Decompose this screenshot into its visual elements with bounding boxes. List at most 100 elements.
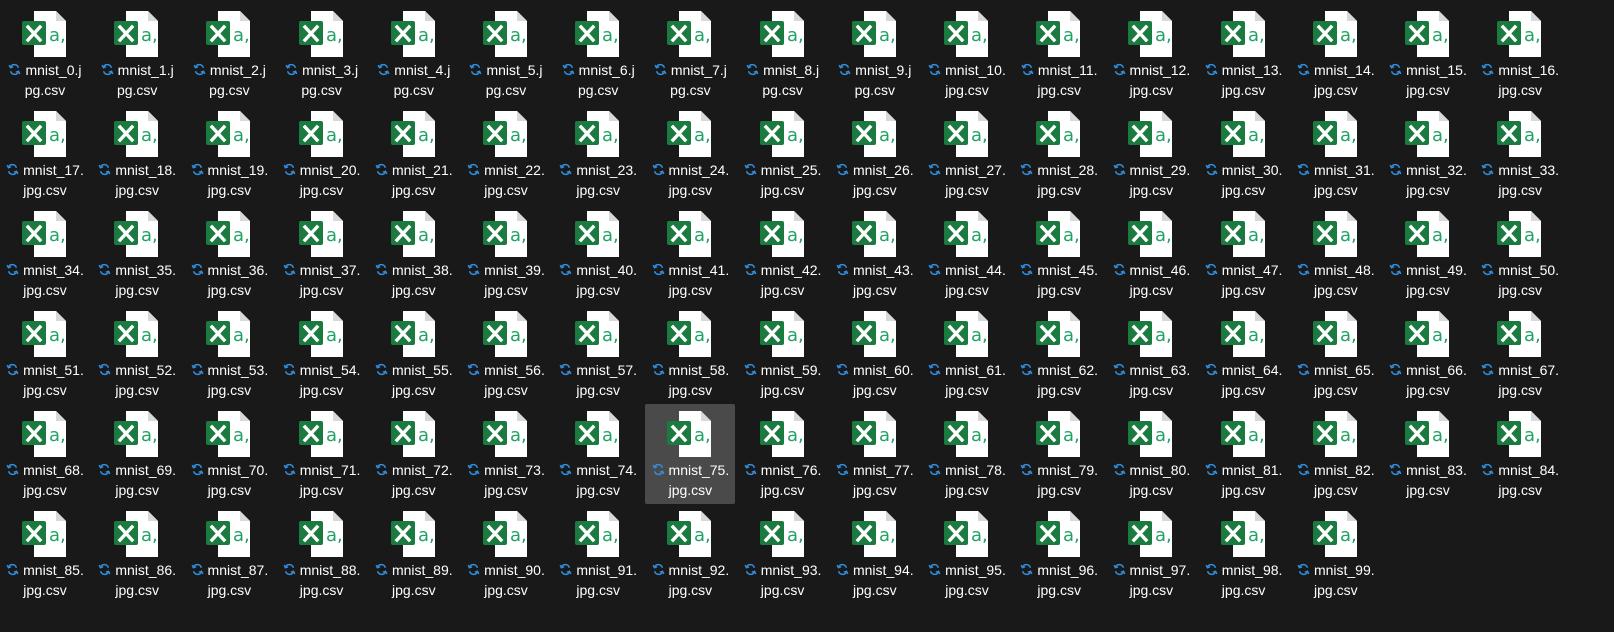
file-item[interactable]: a, mnist_39. jpg.csv xyxy=(461,204,551,304)
file-item[interactable]: a, mnist_37. jpg.csv xyxy=(277,204,367,304)
file-item[interactable]: a, mnist_38. jpg.csv xyxy=(369,204,459,304)
file-item[interactable]: a, mnist_32. jpg.csv xyxy=(1383,104,1473,204)
file-item[interactable]: a, mnist_84. jpg.csv xyxy=(1475,404,1565,504)
file-item[interactable]: a, mnist_36. jpg.csv xyxy=(184,204,274,304)
file-item[interactable]: a, mnist_83. jpg.csv xyxy=(1383,404,1473,504)
file-item[interactable]: a, mnist_41. jpg.csv xyxy=(645,204,735,304)
file-item[interactable]: a, mnist_3.j pg.csv xyxy=(277,4,367,104)
file-item[interactable]: a, mnist_1.j pg.csv xyxy=(92,4,182,104)
file-item[interactable]: a, mnist_23. jpg.csv xyxy=(553,104,643,204)
file-item[interactable]: a, mnist_60. jpg.csv xyxy=(830,304,920,404)
file-item[interactable]: a, mnist_61. jpg.csv xyxy=(922,304,1012,404)
file-item[interactable]: a, mnist_74. jpg.csv xyxy=(553,404,643,504)
file-item[interactable]: a, mnist_55. jpg.csv xyxy=(369,304,459,404)
file-item[interactable]: a, mnist_86. jpg.csv xyxy=(92,504,182,604)
file-item[interactable]: a, mnist_9.j pg.csv xyxy=(830,4,920,104)
file-item[interactable]: a, mnist_53. jpg.csv xyxy=(184,304,274,404)
file-item[interactable]: a, mnist_14. jpg.csv xyxy=(1291,4,1381,104)
file-item[interactable]: a, mnist_48. jpg.csv xyxy=(1291,204,1381,304)
file-item[interactable]: a, mnist_33. jpg.csv xyxy=(1475,104,1565,204)
file-item[interactable]: a, mnist_87. jpg.csv xyxy=(184,504,274,604)
file-item[interactable]: a, mnist_17. jpg.csv xyxy=(0,104,90,204)
file-item[interactable]: a, mnist_68. jpg.csv xyxy=(0,404,90,504)
file-item[interactable]: a, mnist_63. jpg.csv xyxy=(1106,304,1196,404)
file-item[interactable]: a, mnist_59. jpg.csv xyxy=(738,304,828,404)
file-item[interactable]: a, mnist_93. jpg.csv xyxy=(738,504,828,604)
file-item[interactable]: a, mnist_47. jpg.csv xyxy=(1199,204,1289,304)
file-item[interactable]: a, mnist_28. jpg.csv xyxy=(1014,104,1104,204)
file-item[interactable]: a, mnist_92. jpg.csv xyxy=(645,504,735,604)
file-item[interactable]: a, mnist_50. jpg.csv xyxy=(1475,204,1565,304)
file-item[interactable]: a, mnist_13. jpg.csv xyxy=(1199,4,1289,104)
file-item[interactable]: a, mnist_15. jpg.csv xyxy=(1383,4,1473,104)
file-item[interactable]: a, mnist_80. jpg.csv xyxy=(1106,404,1196,504)
file-item[interactable]: a, mnist_30. jpg.csv xyxy=(1199,104,1289,204)
file-item[interactable]: a, mnist_97. jpg.csv xyxy=(1106,504,1196,604)
file-item[interactable]: a, mnist_8.j pg.csv xyxy=(738,4,828,104)
file-item[interactable]: a, mnist_57. jpg.csv xyxy=(553,304,643,404)
file-item[interactable]: a, mnist_19. jpg.csv xyxy=(184,104,274,204)
file-item[interactable]: a, mnist_56. jpg.csv xyxy=(461,304,551,404)
file-item[interactable]: a, mnist_76. jpg.csv xyxy=(738,404,828,504)
file-item[interactable]: a, mnist_45. jpg.csv xyxy=(1014,204,1104,304)
file-item[interactable]: a, mnist_70. jpg.csv xyxy=(184,404,274,504)
file-item[interactable]: a, mnist_34. jpg.csv xyxy=(0,204,90,304)
file-item[interactable]: a, mnist_27. jpg.csv xyxy=(922,104,1012,204)
file-item[interactable]: a, mnist_5.j pg.csv xyxy=(461,4,551,104)
file-item[interactable]: a, mnist_73. jpg.csv xyxy=(461,404,551,504)
file-item[interactable]: a, mnist_26. jpg.csv xyxy=(830,104,920,204)
file-item[interactable]: a, mnist_20. jpg.csv xyxy=(277,104,367,204)
file-item[interactable]: a, mnist_51. jpg.csv xyxy=(0,304,90,404)
file-item[interactable]: a, mnist_4.j pg.csv xyxy=(369,4,459,104)
file-item[interactable]: a, mnist_81. jpg.csv xyxy=(1199,404,1289,504)
file-item[interactable]: a, mnist_94. jpg.csv xyxy=(830,504,920,604)
file-item[interactable]: a, mnist_7.j pg.csv xyxy=(645,4,735,104)
file-item[interactable]: a, mnist_12. jpg.csv xyxy=(1106,4,1196,104)
file-item[interactable]: a, mnist_11. jpg.csv xyxy=(1014,4,1104,104)
file-item[interactable]: a, mnist_64. jpg.csv xyxy=(1199,304,1289,404)
file-item[interactable]: a, mnist_85. jpg.csv xyxy=(0,504,90,604)
file-item[interactable]: a, mnist_46. jpg.csv xyxy=(1106,204,1196,304)
file-item[interactable]: a, mnist_25. jpg.csv xyxy=(738,104,828,204)
file-item[interactable]: a, mnist_52. jpg.csv xyxy=(92,304,182,404)
file-item[interactable]: a, mnist_43. jpg.csv xyxy=(830,204,920,304)
file-item[interactable]: a, mnist_6.j pg.csv xyxy=(553,4,643,104)
file-item[interactable]: a, mnist_0.j pg.csv xyxy=(0,4,90,104)
file-item[interactable]: a, mnist_16. jpg.csv xyxy=(1475,4,1565,104)
file-item[interactable]: a, mnist_72. jpg.csv xyxy=(369,404,459,504)
file-item[interactable]: a, mnist_42. jpg.csv xyxy=(738,204,828,304)
file-item[interactable]: a, mnist_31. jpg.csv xyxy=(1291,104,1381,204)
file-item[interactable]: a, mnist_22. jpg.csv xyxy=(461,104,551,204)
file-item[interactable]: a, mnist_88. jpg.csv xyxy=(277,504,367,604)
file-item[interactable]: a, mnist_40. jpg.csv xyxy=(553,204,643,304)
file-item[interactable]: a, mnist_75. jpg.csv xyxy=(645,404,736,504)
file-item[interactable]: a, mnist_95. jpg.csv xyxy=(922,504,1012,604)
file-item[interactable]: a, mnist_24. jpg.csv xyxy=(645,104,735,204)
file-item[interactable]: a, mnist_79. jpg.csv xyxy=(1014,404,1104,504)
file-item[interactable]: a, mnist_35. jpg.csv xyxy=(92,204,182,304)
file-item[interactable]: a, mnist_99. jpg.csv xyxy=(1291,504,1381,604)
file-item[interactable]: a, mnist_98. jpg.csv xyxy=(1199,504,1289,604)
file-item[interactable]: a, mnist_54. jpg.csv xyxy=(277,304,367,404)
file-item[interactable]: a, mnist_49. jpg.csv xyxy=(1383,204,1473,304)
file-item[interactable]: a, mnist_44. jpg.csv xyxy=(922,204,1012,304)
file-item[interactable]: a, mnist_10. jpg.csv xyxy=(922,4,1012,104)
file-item[interactable]: a, mnist_66. jpg.csv xyxy=(1383,304,1473,404)
file-item[interactable]: a, mnist_65. jpg.csv xyxy=(1291,304,1381,404)
file-item[interactable]: a, mnist_62. jpg.csv xyxy=(1014,304,1104,404)
file-item[interactable]: a, mnist_58. jpg.csv xyxy=(645,304,735,404)
file-item[interactable]: a, mnist_67. jpg.csv xyxy=(1475,304,1565,404)
file-item[interactable]: a, mnist_91. jpg.csv xyxy=(553,504,643,604)
file-item[interactable]: a, mnist_18. jpg.csv xyxy=(92,104,182,204)
file-item[interactable]: a, mnist_82. jpg.csv xyxy=(1291,404,1381,504)
file-item[interactable]: a, mnist_89. jpg.csv xyxy=(369,504,459,604)
file-item[interactable]: a, mnist_69. jpg.csv xyxy=(92,404,182,504)
file-item[interactable]: a, mnist_2.j pg.csv xyxy=(184,4,274,104)
file-item[interactable]: a, mnist_71. jpg.csv xyxy=(277,404,367,504)
file-item[interactable]: a, mnist_77. jpg.csv xyxy=(830,404,920,504)
file-item[interactable]: a, mnist_96. jpg.csv xyxy=(1014,504,1104,604)
file-item[interactable]: a, mnist_78. jpg.csv xyxy=(922,404,1012,504)
file-item[interactable]: a, mnist_21. jpg.csv xyxy=(369,104,459,204)
file-item[interactable]: a, mnist_29. jpg.csv xyxy=(1106,104,1196,204)
file-item[interactable]: a, mnist_90. jpg.csv xyxy=(461,504,551,604)
